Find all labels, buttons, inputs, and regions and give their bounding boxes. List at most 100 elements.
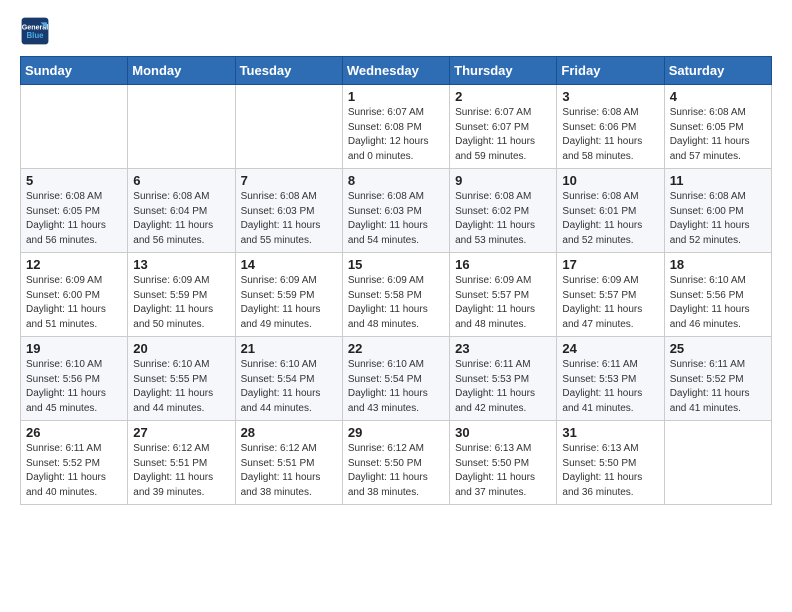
day-info: Sunrise: 6:07 AMSunset: 6:07 PMDaylight:… <box>455 106 551 164</box>
day-number: 23 <box>455 341 551 356</box>
day-info: Sunrise: 6:08 AMSunset: 6:05 PMDaylight:… <box>670 106 766 164</box>
calendar-cell: 6 Sunrise: 6:08 AMSunset: 6:04 PMDaylight… <box>128 169 235 253</box>
day-info: Sunrise: 6:08 AMSunset: 6:00 PMDaylight:… <box>670 190 766 248</box>
calendar-week-2: 5 Sunrise: 6:08 AMSunset: 6:05 PMDaylight… <box>21 169 772 253</box>
day-info: Sunrise: 6:11 AMSunset: 5:52 PMDaylight:… <box>670 358 766 416</box>
logo-icon: General Blue <box>20 16 50 46</box>
day-info: Sunrise: 6:08 AMSunset: 6:06 PMDaylight:… <box>562 106 658 164</box>
day-info: Sunrise: 6:12 AMSunset: 5:51 PMDaylight:… <box>241 442 337 500</box>
calendar-cell: 28 Sunrise: 6:12 AMSunset: 5:51 PMDayligh… <box>235 421 342 505</box>
day-info: Sunrise: 6:10 AMSunset: 5:55 PMDaylight:… <box>133 358 229 416</box>
day-info: Sunrise: 6:13 AMSunset: 5:50 PMDaylight:… <box>455 442 551 500</box>
calendar-cell <box>664 421 771 505</box>
calendar-cell: 22 Sunrise: 6:10 AMSunset: 5:54 PMDayligh… <box>342 337 449 421</box>
day-number: 2 <box>455 89 551 104</box>
day-info: Sunrise: 6:12 AMSunset: 5:50 PMDaylight:… <box>348 442 444 500</box>
calendar-cell <box>128 85 235 169</box>
day-info: Sunrise: 6:08 AMSunset: 6:03 PMDaylight:… <box>348 190 444 248</box>
calendar-cell: 4 Sunrise: 6:08 AMSunset: 6:05 PMDaylight… <box>664 85 771 169</box>
day-info: Sunrise: 6:11 AMSunset: 5:53 PMDaylight:… <box>562 358 658 416</box>
weekday-header-row: SundayMondayTuesdayWednesdayThursdayFrid… <box>21 57 772 85</box>
day-number: 3 <box>562 89 658 104</box>
page: General Blue SundayMondayTuesdayWednesda… <box>0 0 792 521</box>
day-info: Sunrise: 6:07 AMSunset: 6:08 PMDaylight:… <box>348 106 444 164</box>
calendar-cell: 21 Sunrise: 6:10 AMSunset: 5:54 PMDayligh… <box>235 337 342 421</box>
calendar-cell: 29 Sunrise: 6:12 AMSunset: 5:50 PMDayligh… <box>342 421 449 505</box>
calendar-cell: 24Sunrise: 6:11 AMSunset: 5:53 PMDayligh… <box>557 337 664 421</box>
day-info: Sunrise: 6:08 AMSunset: 6:05 PMDaylight:… <box>26 190 122 248</box>
day-number: 5 <box>26 173 122 188</box>
day-number: 25 <box>670 341 766 356</box>
day-number: 17 <box>562 257 658 272</box>
day-number: 4 <box>670 89 766 104</box>
calendar-cell: 13Sunrise: 6:09 AMSunset: 5:59 PMDayligh… <box>128 253 235 337</box>
day-number: 26 <box>26 425 122 440</box>
calendar-week-3: 12Sunrise: 6:09 AMSunset: 6:00 PMDayligh… <box>21 253 772 337</box>
day-number: 13 <box>133 257 229 272</box>
day-info: Sunrise: 6:10 AMSunset: 5:54 PMDaylight:… <box>241 358 337 416</box>
day-number: 6 <box>133 173 229 188</box>
day-number: 12 <box>26 257 122 272</box>
calendar-cell: 1 Sunrise: 6:07 AMSunset: 6:08 PMDaylight… <box>342 85 449 169</box>
day-number: 15 <box>348 257 444 272</box>
calendar-cell: 25 Sunrise: 6:11 AMSunset: 5:52 PMDayligh… <box>664 337 771 421</box>
day-number: 18 <box>670 257 766 272</box>
calendar-week-1: 1 Sunrise: 6:07 AMSunset: 6:08 PMDaylight… <box>21 85 772 169</box>
day-info: Sunrise: 6:11 AMSunset: 5:52 PMDaylight:… <box>26 442 122 500</box>
calendar-table: SundayMondayTuesdayWednesdayThursdayFrid… <box>20 56 772 505</box>
logo: General Blue <box>20 16 50 46</box>
day-info: Sunrise: 6:08 AMSunset: 6:04 PMDaylight:… <box>133 190 229 248</box>
calendar-cell: 23Sunrise: 6:11 AMSunset: 5:53 PMDayligh… <box>450 337 557 421</box>
calendar-cell <box>235 85 342 169</box>
day-info: Sunrise: 6:08 AMSunset: 6:03 PMDaylight:… <box>241 190 337 248</box>
day-number: 16 <box>455 257 551 272</box>
day-number: 9 <box>455 173 551 188</box>
calendar-week-5: 26 Sunrise: 6:11 AMSunset: 5:52 PMDayligh… <box>21 421 772 505</box>
day-number: 19 <box>26 341 122 356</box>
weekday-header-saturday: Saturday <box>664 57 771 85</box>
calendar-cell: 15Sunrise: 6:09 AMSunset: 5:58 PMDayligh… <box>342 253 449 337</box>
calendar-cell: 10Sunrise: 6:08 AMSunset: 6:01 PMDayligh… <box>557 169 664 253</box>
calendar-cell: 9 Sunrise: 6:08 AMSunset: 6:02 PMDaylight… <box>450 169 557 253</box>
day-number: 11 <box>670 173 766 188</box>
calendar-cell: 30 Sunrise: 6:13 AMSunset: 5:50 PMDayligh… <box>450 421 557 505</box>
day-info: Sunrise: 6:08 AMSunset: 6:02 PMDaylight:… <box>455 190 551 248</box>
calendar-cell: 31Sunrise: 6:13 AMSunset: 5:50 PMDayligh… <box>557 421 664 505</box>
day-number: 27 <box>133 425 229 440</box>
day-info: Sunrise: 6:09 AMSunset: 5:59 PMDaylight:… <box>241 274 337 332</box>
weekday-header-wednesday: Wednesday <box>342 57 449 85</box>
day-info: Sunrise: 6:10 AMSunset: 5:54 PMDaylight:… <box>348 358 444 416</box>
calendar-cell: 26 Sunrise: 6:11 AMSunset: 5:52 PMDayligh… <box>21 421 128 505</box>
svg-text:Blue: Blue <box>26 31 44 40</box>
day-number: 20 <box>133 341 229 356</box>
day-number: 30 <box>455 425 551 440</box>
calendar-cell: 5 Sunrise: 6:08 AMSunset: 6:05 PMDaylight… <box>21 169 128 253</box>
calendar-cell: 17Sunrise: 6:09 AMSunset: 5:57 PMDayligh… <box>557 253 664 337</box>
calendar-cell: 12Sunrise: 6:09 AMSunset: 6:00 PMDayligh… <box>21 253 128 337</box>
day-number: 1 <box>348 89 444 104</box>
calendar-cell: 2 Sunrise: 6:07 AMSunset: 6:07 PMDaylight… <box>450 85 557 169</box>
calendar-cell: 20 Sunrise: 6:10 AMSunset: 5:55 PMDayligh… <box>128 337 235 421</box>
day-info: Sunrise: 6:10 AMSunset: 5:56 PMDaylight:… <box>26 358 122 416</box>
weekday-header-monday: Monday <box>128 57 235 85</box>
calendar-cell: 16Sunrise: 6:09 AMSunset: 5:57 PMDayligh… <box>450 253 557 337</box>
calendar-cell: 19 Sunrise: 6:10 AMSunset: 5:56 PMDayligh… <box>21 337 128 421</box>
calendar-cell: 7Sunrise: 6:08 AMSunset: 6:03 PMDaylight… <box>235 169 342 253</box>
day-info: Sunrise: 6:12 AMSunset: 5:51 PMDaylight:… <box>133 442 229 500</box>
calendar-cell: 3 Sunrise: 6:08 AMSunset: 6:06 PMDaylight… <box>557 85 664 169</box>
day-number: 29 <box>348 425 444 440</box>
calendar-cell: 11 Sunrise: 6:08 AMSunset: 6:00 PMDayligh… <box>664 169 771 253</box>
day-number: 14 <box>241 257 337 272</box>
day-info: Sunrise: 6:13 AMSunset: 5:50 PMDaylight:… <box>562 442 658 500</box>
header: General Blue <box>20 16 772 46</box>
day-number: 28 <box>241 425 337 440</box>
calendar-cell: 18 Sunrise: 6:10 AMSunset: 5:56 PMDayligh… <box>664 253 771 337</box>
weekday-header-tuesday: Tuesday <box>235 57 342 85</box>
day-info: Sunrise: 6:10 AMSunset: 5:56 PMDaylight:… <box>670 274 766 332</box>
calendar-cell: 8Sunrise: 6:08 AMSunset: 6:03 PMDaylight… <box>342 169 449 253</box>
day-info: Sunrise: 6:08 AMSunset: 6:01 PMDaylight:… <box>562 190 658 248</box>
calendar-cell: 14 Sunrise: 6:09 AMSunset: 5:59 PMDayligh… <box>235 253 342 337</box>
day-number: 21 <box>241 341 337 356</box>
calendar-cell: 27 Sunrise: 6:12 AMSunset: 5:51 PMDayligh… <box>128 421 235 505</box>
day-number: 22 <box>348 341 444 356</box>
